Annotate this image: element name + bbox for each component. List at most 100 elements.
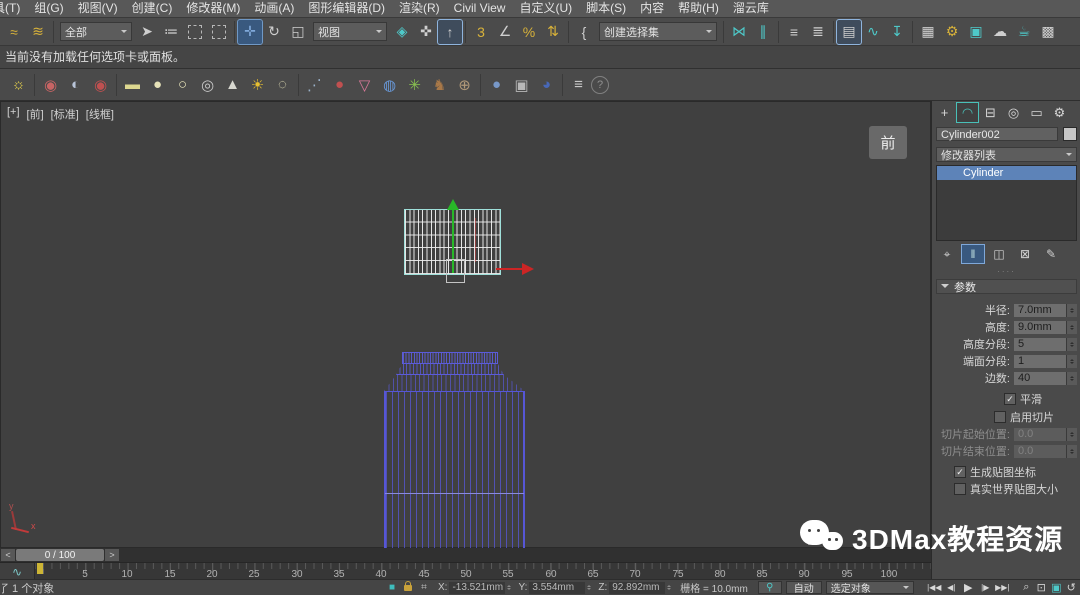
time-slider-handle[interactable]: 0 / 100: [16, 549, 104, 561]
plane-icon[interactable]: ▬: [120, 72, 145, 97]
orbit-icon[interactable]: ↺: [1064, 581, 1079, 594]
select-and-move-icon[interactable]: ✛: [238, 20, 262, 44]
y-coord-field[interactable]: 3.554mm: [529, 582, 585, 594]
height-segments-field[interactable]: 5: [1014, 338, 1066, 351]
camera-c-icon[interactable]: ◉: [88, 72, 113, 97]
viewport-menu-shading-wireframe[interactable]: [线框]: [86, 106, 114, 122]
geosphere-icon[interactable]: ◎: [195, 72, 220, 97]
panel-splitter[interactable]: ····: [936, 267, 1077, 276]
render-in-cloud-icon[interactable]: ☁: [988, 20, 1012, 44]
menu-scripting[interactable]: 脚本(S): [579, 0, 633, 17]
menu-modifiers[interactable]: 修改器(M): [179, 0, 247, 17]
real-world-checkbox[interactable]: [954, 483, 966, 495]
named-selection-sets-dropdown[interactable]: 创建选择集: [599, 22, 717, 41]
radius-spinner[interactable]: [1066, 304, 1077, 317]
blob-icon[interactable]: ●: [145, 72, 170, 97]
light-lister-icon[interactable]: ☼: [6, 72, 31, 97]
tab-display-icon[interactable]: ▭: [1026, 103, 1047, 122]
tab-modify-icon[interactable]: ◠: [957, 103, 978, 122]
go-to-end-button[interactable]: ▶▶|: [994, 581, 1011, 594]
rain-icon[interactable]: ⋰: [302, 72, 327, 97]
help-icon[interactable]: ?: [591, 76, 609, 94]
sun-icon[interactable]: ☀: [245, 72, 270, 97]
camera-b-icon[interactable]: ◐: [63, 72, 88, 97]
curve-editor-icon[interactable]: ∿: [861, 20, 885, 44]
scene-explorer-icon[interactable]: ≣: [806, 20, 830, 44]
app-store-icon[interactable]: ▩: [1036, 20, 1060, 44]
globe-icon[interactable]: ◍: [377, 72, 402, 97]
object-color-swatch[interactable]: [1063, 127, 1077, 141]
current-frame-marker[interactable]: [37, 563, 43, 574]
stack-item-cylinder[interactable]: Cylinder: [937, 166, 1076, 180]
schematic-view-icon[interactable]: ↧: [885, 20, 909, 44]
menu-group[interactable]: 组(G): [27, 0, 70, 17]
percent-snap-icon[interactable]: %: [517, 20, 541, 44]
viewport-front[interactable]: [+] [前] [标准] [线框] 前 x: [0, 101, 931, 548]
sides-spinner[interactable]: [1066, 372, 1077, 385]
manage-layers-icon[interactable]: ≡: [782, 20, 806, 44]
bottle-shoulder-wireframe[interactable]: [384, 375, 525, 391]
height-field[interactable]: 9.0mm: [1014, 321, 1066, 334]
angle-snap-icon[interactable]: ∠: [493, 20, 517, 44]
show-end-result-button[interactable]: ‖: [962, 245, 984, 263]
gen-mapping-checkbox[interactable]: ✓: [954, 466, 966, 478]
remove-modifier-button[interactable]: ⊠: [1014, 245, 1036, 263]
select-and-manipulate-icon[interactable]: ✜: [414, 20, 438, 44]
selection-filter-dropdown[interactable]: 全部: [60, 22, 132, 41]
menu-civil-view[interactable]: Civil View: [447, 0, 513, 17]
menu-liuyunku[interactable]: 溜云库: [726, 0, 776, 17]
go-to-start-button[interactable]: |◀◀: [926, 581, 943, 594]
zoom-all-icon[interactable]: ⊡: [1034, 581, 1049, 594]
next-frame-button[interactable]: |▶: [977, 581, 994, 594]
object-name-field[interactable]: Cylinder002: [936, 127, 1058, 141]
spinner-snap-icon[interactable]: ⇅: [541, 20, 565, 44]
lock-selection-icon[interactable]: [400, 581, 416, 594]
make-unique-button[interactable]: ◫: [988, 245, 1010, 263]
cone-icon[interactable]: ▲: [220, 72, 245, 97]
tab-hierarchy-icon[interactable]: ⊟: [980, 103, 1001, 122]
toggle-ribbon-icon[interactable]: ▤: [837, 20, 861, 44]
window-crossing-icon[interactable]: [207, 20, 231, 44]
smooth-checkbox[interactable]: ✓: [1004, 393, 1016, 405]
reference-coordinate-dropdown[interactable]: 视图: [313, 22, 387, 41]
dark-sphere-icon[interactable]: ◕: [534, 72, 559, 97]
render-setup-icon[interactable]: ⚙: [940, 20, 964, 44]
prev-frame-button[interactable]: <: [1, 549, 15, 561]
viewcube[interactable]: 前: [869, 126, 907, 159]
select-and-rotate-icon[interactable]: ↻: [262, 20, 286, 44]
menu-create[interactable]: 创建(C): [125, 0, 180, 17]
snap-toggle-3d-icon[interactable]: 3: [469, 20, 493, 44]
tab-create-icon[interactable]: +: [934, 103, 955, 122]
sphere-icon[interactable]: ○: [170, 72, 195, 97]
cap-segments-spinner[interactable]: [1066, 355, 1077, 368]
foliage-icon[interactable]: ✳: [402, 72, 427, 97]
camera-a-icon[interactable]: ◉: [38, 72, 63, 97]
viewport-menu-shading-standard[interactable]: [标准]: [51, 106, 79, 122]
zoom-icon[interactable]: ⌕: [1019, 581, 1034, 594]
pin-stack-button[interactable]: ⌖: [936, 245, 958, 263]
tab-motion-icon[interactable]: ◎: [1003, 103, 1024, 122]
select-object-icon[interactable]: ➤: [135, 20, 159, 44]
select-and-scale-icon[interactable]: ◱: [286, 20, 310, 44]
menu-content[interactable]: 内容: [633, 0, 671, 17]
red-sphere-icon[interactable]: ●: [327, 72, 352, 97]
menu-graph-editors[interactable]: 图形编辑器(D): [301, 0, 392, 17]
auto-key-button[interactable]: 自动: [786, 581, 822, 594]
tab-utilities-icon[interactable]: ⚙: [1049, 103, 1070, 122]
material-editor-icon[interactable]: ▦: [916, 20, 940, 44]
blue-sphere-icon[interactable]: ●: [484, 72, 509, 97]
slice-on-checkbox[interactable]: [994, 411, 1006, 423]
height-segments-spinner[interactable]: [1066, 338, 1077, 351]
previous-frame-button[interactable]: ◀|: [943, 581, 960, 594]
bottle-collar-wireframe[interactable]: [396, 364, 504, 375]
rect-selection-region-icon[interactable]: [183, 20, 207, 44]
align-icon[interactable]: ∥: [751, 20, 775, 44]
menu-views[interactable]: 视图(V): [71, 0, 125, 17]
menu-animation[interactable]: 动画(A): [247, 0, 301, 17]
key-filter-dropdown[interactable]: 选定对象: [826, 581, 914, 594]
select-and-link-icon[interactable]: ≈: [2, 20, 26, 44]
next-frame-button[interactable]: >: [105, 549, 119, 561]
cap-segments-field[interactable]: 1: [1014, 355, 1066, 368]
doc-list-icon[interactable]: ≡: [566, 72, 591, 97]
parameters-rollout-header[interactable]: 参数: [936, 279, 1077, 294]
